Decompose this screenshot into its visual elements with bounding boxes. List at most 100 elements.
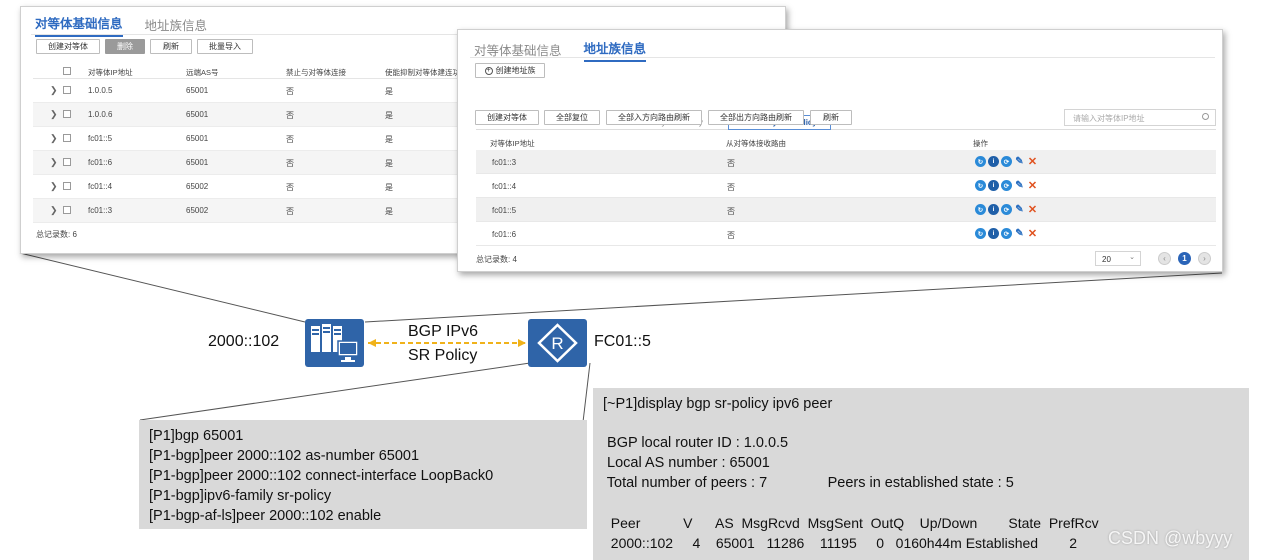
edit-icon[interactable]: ✎ bbox=[1014, 180, 1025, 191]
peer-ip: fc01::6 bbox=[492, 230, 517, 239]
console-line: [P1]bgp 65001 bbox=[149, 428, 244, 444]
select-all-checkbox[interactable] bbox=[63, 67, 71, 75]
receive-routes-value: 否 bbox=[727, 207, 735, 216]
edit-icon[interactable]: ✎ bbox=[1014, 228, 1025, 239]
console-line: Local AS number : 65001 bbox=[603, 455, 770, 471]
total-records: 总记录数: 4 bbox=[476, 255, 517, 264]
row-checkbox[interactable] bbox=[63, 182, 71, 190]
col-receive-routes: 从对等体接收路由 bbox=[726, 139, 786, 148]
refresh-all-outbound-button[interactable]: 全部出方向路由刷新 bbox=[708, 110, 804, 125]
current-page-button[interactable]: 1 bbox=[1178, 252, 1191, 265]
peer-ip: fc01::3 bbox=[492, 158, 517, 167]
edit-icon[interactable]: ✎ bbox=[1014, 204, 1025, 215]
refresh-button[interactable]: 刷新 bbox=[150, 39, 192, 54]
info-icon[interactable]: i bbox=[988, 156, 999, 167]
suppress-value: 是 bbox=[385, 207, 393, 216]
create-peer-button[interactable]: 创建对等体 bbox=[475, 110, 539, 125]
row-checkbox[interactable] bbox=[63, 158, 71, 166]
batch-import-button[interactable]: 批量导入 bbox=[197, 39, 253, 54]
refresh-route-icon[interactable]: ⟳ bbox=[1001, 180, 1012, 191]
console-line: [~P1]display bgp sr-policy ipv6 peer bbox=[603, 396, 833, 412]
console-line: Peer V AS MsgRcvd MsgSent OutQ Up/Down S… bbox=[603, 515, 1099, 531]
delete-icon[interactable]: ✕ bbox=[1027, 204, 1038, 216]
expand-chevron-icon[interactable]: ❯ bbox=[50, 157, 58, 168]
col-suppress: 使能抑制对等体建连功 bbox=[385, 68, 460, 77]
reset-icon[interactable]: ↻ bbox=[975, 156, 986, 167]
row-checkbox[interactable] bbox=[63, 86, 71, 94]
disable-value: 否 bbox=[286, 207, 294, 216]
table-row[interactable]: fc01::3 否 ↻ i ⟳ ✎ ✕ bbox=[476, 150, 1216, 174]
col-operations: 操作 bbox=[973, 139, 988, 148]
page-size-value: 20 bbox=[1102, 255, 1111, 264]
edit-icon[interactable]: ✎ bbox=[1014, 156, 1025, 167]
refresh-route-icon[interactable]: ⟳ bbox=[1001, 228, 1012, 239]
page-size-select[interactable]: 20 ⌄ bbox=[1095, 251, 1141, 266]
info-icon[interactable]: i bbox=[988, 204, 999, 215]
expand-chevron-icon[interactable]: ❯ bbox=[50, 133, 58, 144]
row-checkbox[interactable] bbox=[63, 206, 71, 214]
remote-as: 65002 bbox=[186, 182, 209, 191]
tab-address-family-info[interactable]: 地址族信息 bbox=[583, 38, 647, 62]
search-placeholder: 请输入对等体IP地址 bbox=[1073, 114, 1145, 123]
refresh-button[interactable]: 刷新 bbox=[810, 110, 852, 125]
expand-chevron-icon[interactable]: ❯ bbox=[50, 181, 58, 192]
table-row[interactable]: fc01::5 否 ↻ i ⟳ ✎ ✕ bbox=[476, 198, 1216, 222]
reset-all-button[interactable]: 全部复位 bbox=[544, 110, 600, 125]
peer-ip: fc01::4 bbox=[88, 182, 113, 191]
reset-icon[interactable]: ↻ bbox=[975, 204, 986, 215]
delete-icon[interactable]: ✕ bbox=[1027, 156, 1038, 168]
peer-ip-search-input[interactable]: 请输入对等体IP地址 bbox=[1064, 109, 1216, 126]
create-address-family-button[interactable]: + 创建地址族 bbox=[475, 63, 545, 78]
delete-button[interactable]: 删除 bbox=[105, 39, 145, 54]
search-icon[interactable] bbox=[1202, 113, 1209, 120]
create-peer-button[interactable]: 创建对等体 bbox=[36, 39, 100, 54]
refresh-route-icon[interactable]: ⟳ bbox=[1001, 156, 1012, 167]
table-header: 对等体IP地址 从对等体接收路由 操作 bbox=[476, 135, 1216, 149]
col-peer-ip: 对等体IP地址 bbox=[88, 68, 133, 77]
tab-peer-basic-info[interactable]: 对等体基础信息 bbox=[474, 40, 562, 62]
refresh-route-icon[interactable]: ⟳ bbox=[1001, 204, 1012, 215]
suppress-value: 是 bbox=[385, 159, 393, 168]
console-line: [P1-bgp]ipv6-family sr-policy bbox=[149, 488, 332, 504]
console-line: 2000::102 4 65001 11286 11195 0 0160h44m… bbox=[603, 535, 1077, 551]
row-checkbox[interactable] bbox=[63, 110, 71, 118]
link-label-bgp-ipv6: BGP IPv6 bbox=[408, 323, 478, 340]
disable-value: 否 bbox=[286, 159, 294, 168]
table-row[interactable]: fc01::6 否 ↻ i ⟳ ✎ ✕ bbox=[476, 222, 1216, 246]
receive-routes-value: 否 bbox=[727, 231, 735, 240]
peer-ip: fc01::4 bbox=[492, 182, 517, 191]
link-label-sr-policy: SR Policy bbox=[408, 347, 478, 364]
row-checkbox[interactable] bbox=[63, 134, 71, 142]
svg-text:R: R bbox=[551, 334, 563, 353]
console-line: [P1-bgp]peer 2000::102 as-number 65001 bbox=[149, 448, 420, 464]
disable-value: 否 bbox=[286, 87, 294, 96]
next-page-icon[interactable]: › bbox=[1198, 252, 1211, 265]
console-line: Total number of peers : 7 Peers in estab… bbox=[603, 475, 1014, 491]
expand-chevron-icon[interactable]: ❯ bbox=[50, 205, 58, 216]
expand-chevron-icon[interactable]: ❯ bbox=[50, 109, 58, 120]
delete-icon[interactable]: ✕ bbox=[1027, 180, 1038, 192]
router-icon: R bbox=[537, 323, 578, 363]
config-console: [P1]bgp 65001 [P1-bgp]peer 2000::102 as-… bbox=[139, 420, 587, 529]
col-disable-peer: 禁止与对等体连接 bbox=[286, 68, 346, 77]
disable-value: 否 bbox=[286, 183, 294, 192]
info-icon[interactable]: i bbox=[988, 228, 999, 239]
refresh-all-inbound-button[interactable]: 全部入方向路由刷新 bbox=[606, 110, 702, 125]
controller-ip-label: 2000::102 bbox=[208, 333, 280, 350]
receive-routes-value: 否 bbox=[727, 183, 735, 192]
prev-page-icon[interactable]: ‹ bbox=[1158, 252, 1171, 265]
receive-routes-value: 否 bbox=[727, 159, 735, 168]
peer-ip: 1.0.0.5 bbox=[88, 86, 113, 95]
suppress-value: 是 bbox=[385, 183, 393, 192]
address-family-panel: 对等体基础信息 地址族信息 + 创建地址族 IPv4 Unicast Link-… bbox=[457, 29, 1223, 272]
info-icon[interactable]: i bbox=[988, 180, 999, 191]
peer-ip: fc01::6 bbox=[88, 158, 113, 167]
watermark: CSDN @wbyyy bbox=[1108, 528, 1233, 548]
expand-chevron-icon[interactable]: ❯ bbox=[50, 85, 58, 96]
reset-icon[interactable]: ↻ bbox=[975, 180, 986, 191]
table-row[interactable]: fc01::4 否 ↻ i ⟳ ✎ ✕ bbox=[476, 174, 1216, 198]
remote-as: 65001 bbox=[186, 86, 209, 95]
reset-icon[interactable]: ↻ bbox=[975, 228, 986, 239]
delete-icon[interactable]: ✕ bbox=[1027, 228, 1038, 240]
peer-ip: fc01::3 bbox=[88, 206, 113, 215]
